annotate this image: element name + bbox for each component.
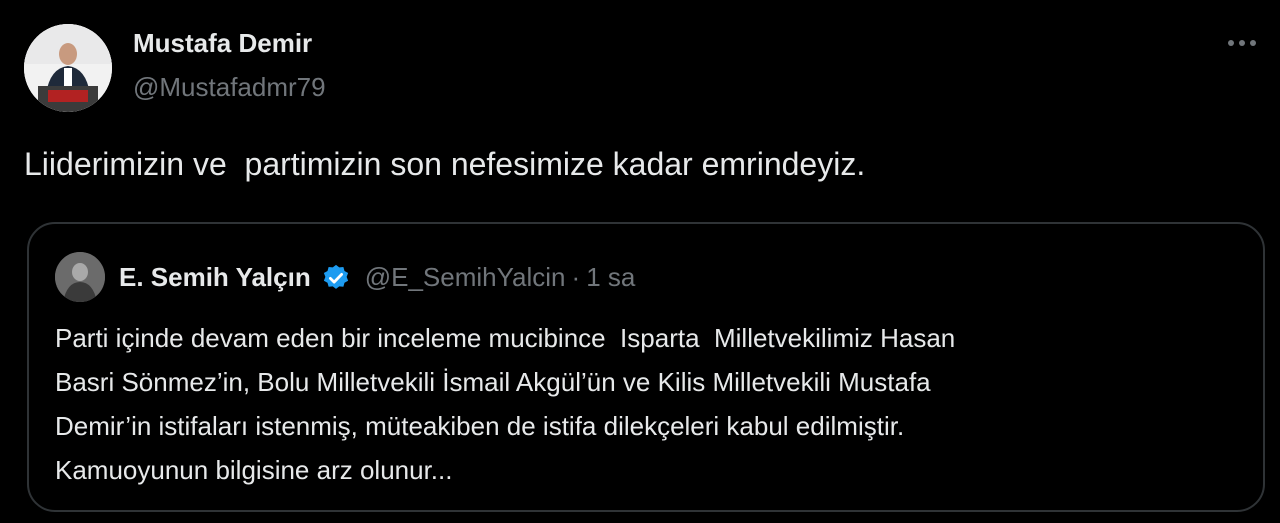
author-avatar[interactable] — [24, 24, 112, 112]
quoted-text-line: Demir’in istifaları istenmiş, müteakiben… — [55, 411, 905, 441]
quoted-header: E. Semih Yalçın @E_SemihYalcin · 1 sa — [119, 262, 635, 293]
tweet: Mustafa Demir @Mustafadmr79 Liiderimizin… — [0, 0, 1280, 523]
quoted-tweet[interactable]: E. Semih Yalçın @E_SemihYalcin · 1 sa Pa… — [27, 222, 1265, 512]
tweet-text: Liiderimizin ve partimizin son nefesimiz… — [24, 146, 866, 182]
quoted-timestamp[interactable]: 1 sa — [586, 262, 635, 293]
verified-badge-icon — [321, 263, 351, 293]
quoted-text: Parti içinde devam eden bir inceleme muc… — [55, 316, 1245, 492]
more-horizontal-icon[interactable] — [1222, 28, 1262, 58]
quoted-text-line: Parti içinde devam eden bir inceleme muc… — [55, 323, 956, 353]
avatar-photo — [24, 24, 112, 112]
quoted-author-avatar[interactable] — [55, 252, 105, 302]
quoted-avatar-photo — [55, 252, 105, 302]
author-name[interactable]: Mustafa Demir — [133, 28, 312, 59]
quoted-text-line: Basri Sönmez’in, Bolu Milletvekili İsmai… — [55, 367, 931, 397]
quoted-text-line: Kamuoyunun bilgisine arz olunur... — [55, 455, 453, 485]
quoted-separator: · — [571, 262, 581, 292]
quoted-author-name[interactable]: E. Semih Yalçın — [119, 262, 311, 293]
author-handle[interactable]: @Mustafadmr79 — [133, 72, 326, 103]
quoted-author-handle[interactable]: @E_SemihYalcin — [365, 262, 566, 293]
